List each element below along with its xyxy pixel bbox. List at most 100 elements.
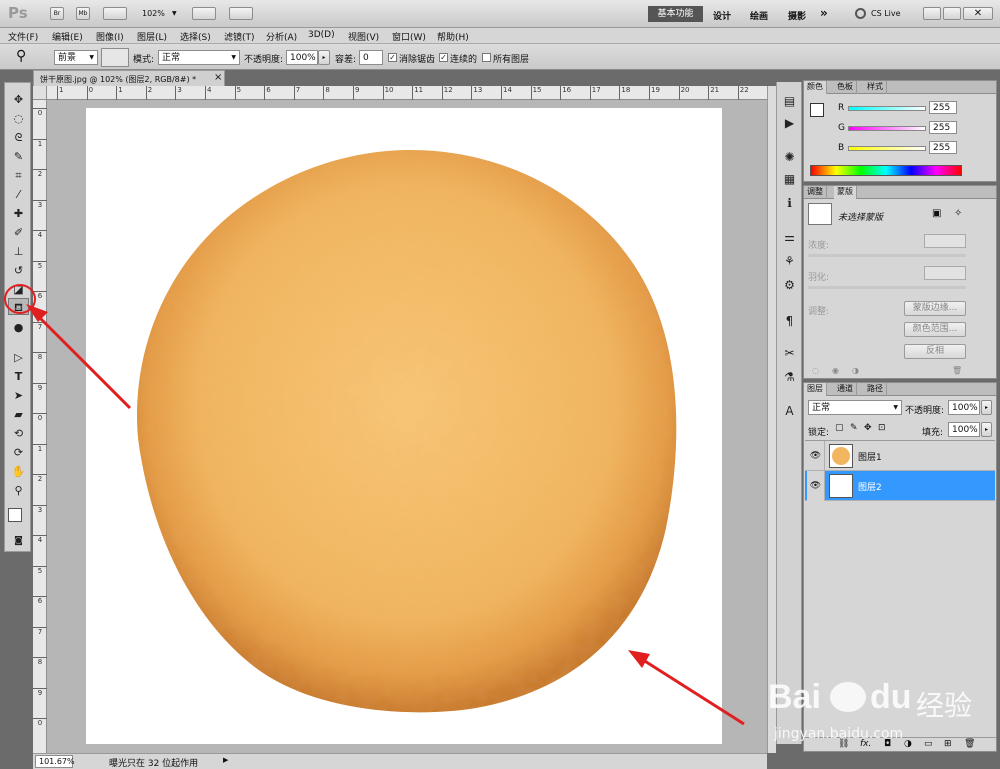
- lock-transparent-icon[interactable]: ▢: [835, 423, 844, 433]
- zoom-tool-icon[interactable]: ⚲: [8, 482, 29, 499]
- restore-button[interactable]: [943, 7, 961, 20]
- blend-mode-select[interactable]: 正常 ▼: [808, 400, 902, 415]
- screen-mode-button[interactable]: [229, 7, 253, 20]
- disable-mask-icon[interactable]: ◑: [852, 366, 859, 375]
- document-tab[interactable]: 饼干原图.jpg @ 102% (图层2, RGB/8#) * ×: [33, 70, 225, 86]
- tab-swatches[interactable]: 色板: [834, 81, 857, 94]
- menu-filter[interactable]: 滤镜(T): [224, 30, 255, 43]
- layer-name[interactable]: 图层2: [858, 480, 882, 493]
- vertical-scrollbar[interactable]: [767, 86, 776, 753]
- close-window-button[interactable]: ✕: [963, 7, 993, 20]
- tab-paths[interactable]: 路径: [864, 383, 887, 396]
- eyedropper-tool-icon[interactable]: ⁄: [8, 186, 29, 203]
- tab-layers[interactable]: 图层: [804, 383, 827, 396]
- paragraph-panel-icon[interactable]: ¶: [780, 312, 799, 331]
- menu-layer[interactable]: 图层(L): [137, 30, 167, 43]
- channel-r-input[interactable]: 255: [929, 101, 957, 114]
- cs-live-button[interactable]: CS Live: [871, 9, 901, 18]
- workspace-photography[interactable]: 摄影: [788, 9, 806, 22]
- menu-file[interactable]: 文件(F): [8, 30, 38, 43]
- layer-row-selected[interactable]: 👁 图层2: [805, 471, 995, 501]
- channel-b-input[interactable]: 255: [929, 141, 957, 154]
- opacity-slider-toggle[interactable]: ▸: [318, 50, 330, 65]
- more-workspaces-button[interactable]: »: [820, 6, 828, 20]
- 3d-orbit-tool-icon[interactable]: ⟳: [8, 444, 29, 461]
- type-tool-icon[interactable]: T: [8, 368, 29, 385]
- status-zoom-input[interactable]: 101.67%: [35, 755, 75, 768]
- layer-name[interactable]: 图层1: [858, 450, 882, 463]
- tolerance-input[interactable]: 0: [359, 50, 383, 65]
- close-tab-icon[interactable]: ×: [214, 72, 222, 83]
- healing-brush-tool-icon[interactable]: ✚: [8, 205, 29, 222]
- opacity-input[interactable]: 100%: [286, 50, 318, 65]
- tab-channels[interactable]: 通道: [834, 383, 857, 396]
- all-layers-checkbox[interactable]: [482, 53, 491, 62]
- shape-tool-icon[interactable]: ▰: [8, 406, 29, 423]
- character-panel-icon[interactable]: A: [780, 402, 799, 421]
- fill-slider-toggle[interactable]: ▸: [981, 422, 992, 437]
- channel-g-slider[interactable]: [848, 126, 926, 131]
- tab-adjustments[interactable]: 调整: [804, 186, 827, 199]
- brush-tool-icon[interactable]: ✐: [8, 224, 29, 241]
- bridge-button[interactable]: Br: [50, 7, 64, 20]
- workspace-design[interactable]: 设计: [713, 9, 731, 22]
- delete-mask-icon[interactable]: 🗑: [952, 366, 962, 375]
- lasso-tool-icon[interactable]: ᘓ: [8, 129, 29, 146]
- vector-mask-icon[interactable]: ✧: [954, 208, 962, 219]
- menu-analysis[interactable]: 分析(A): [266, 30, 297, 43]
- workspace-painting[interactable]: 绘画: [750, 9, 768, 22]
- stamp-tool-icon[interactable]: ⊥: [8, 243, 29, 260]
- layer-row[interactable]: 👁 图层1: [805, 441, 995, 471]
- menu-select[interactable]: 选择(S): [180, 30, 211, 43]
- actions-panel-icon[interactable]: ▶: [780, 114, 799, 133]
- chevron-down-icon[interactable]: ▼: [172, 10, 177, 17]
- menu-help[interactable]: 帮助(H): [437, 30, 469, 43]
- tab-color[interactable]: 颜色: [804, 81, 827, 94]
- contiguous-checkbox[interactable]: ✓: [439, 53, 448, 62]
- channel-g-input[interactable]: 255: [929, 121, 957, 134]
- pattern-picker[interactable]: [101, 48, 129, 67]
- color-foreground-swatch[interactable]: [810, 103, 824, 117]
- pen-tool-icon[interactable]: ▷: [8, 349, 29, 366]
- document-canvas[interactable]: [86, 108, 722, 744]
- move-tool-icon[interactable]: ✥: [8, 91, 29, 108]
- hand-tool-icon[interactable]: ✋: [8, 463, 29, 480]
- menu-edit[interactable]: 编辑(E): [52, 30, 83, 43]
- crop-tool-icon[interactable]: ⌗: [8, 167, 29, 184]
- dodge-tool-icon[interactable]: ●: [8, 319, 29, 336]
- vertical-ruler[interactable]: 0 1 2 3 4 5 6 7 8 9 0 1 2 3 4 5 6 7 8 9 0: [33, 100, 47, 753]
- clone-source-panel-icon[interactable]: ⚘: [780, 252, 799, 271]
- workspace-essentials[interactable]: 基本功能: [648, 6, 703, 22]
- menu-image[interactable]: 图像(I): [96, 30, 124, 43]
- channel-b-slider[interactable]: [848, 146, 926, 151]
- eraser-tool-icon[interactable]: ◪: [8, 281, 29, 298]
- ruler-origin[interactable]: [33, 86, 47, 100]
- tab-masks[interactable]: 蒙版: [834, 186, 857, 199]
- menu-view[interactable]: 视图(V): [348, 30, 379, 43]
- history-panel-icon[interactable]: ▤: [780, 92, 799, 111]
- quick-select-tool-icon[interactable]: ✎: [8, 148, 29, 165]
- invert-button[interactable]: 反相: [904, 344, 966, 359]
- pixel-mask-icon[interactable]: ▣: [932, 208, 941, 219]
- tab-styles[interactable]: 样式: [864, 81, 887, 94]
- lock-all-icon[interactable]: ⊡: [878, 423, 886, 433]
- lock-position-icon[interactable]: ✥: [864, 423, 872, 433]
- brush-panel-icon[interactable]: ⚌: [780, 228, 799, 247]
- 3d-panel-icon[interactable]: ✂: [780, 344, 799, 363]
- density-input[interactable]: [924, 234, 966, 248]
- color-range-button[interactable]: 颜色范围...: [904, 322, 966, 337]
- tool-presets-panel-icon[interactable]: ⚙: [780, 276, 799, 295]
- history-brush-tool-icon[interactable]: ↺: [8, 262, 29, 279]
- lock-pixels-icon[interactable]: ✎: [850, 423, 858, 433]
- load-selection-icon[interactable]: ◌: [812, 366, 819, 375]
- layer-opacity-slider-toggle[interactable]: ▸: [981, 400, 992, 415]
- feather-input[interactable]: [924, 266, 966, 280]
- fill-source-select[interactable]: 前景 ▼: [54, 50, 98, 65]
- channel-r-slider[interactable]: [848, 106, 926, 111]
- density-slider[interactable]: [808, 254, 966, 257]
- 3d-rotate-tool-icon[interactable]: ⟲: [8, 425, 29, 442]
- histogram-panel-icon[interactable]: ▦: [780, 170, 799, 189]
- horizontal-ruler[interactable]: 1 0 1 2 3 4 5 6 7 8 9 10 11 12 13 14 15 16 17 18 19 20 21 22: [47, 86, 767, 100]
- menu-window[interactable]: 窗口(W): [392, 30, 426, 43]
- layer-opacity-input[interactable]: 100%: [948, 400, 980, 415]
